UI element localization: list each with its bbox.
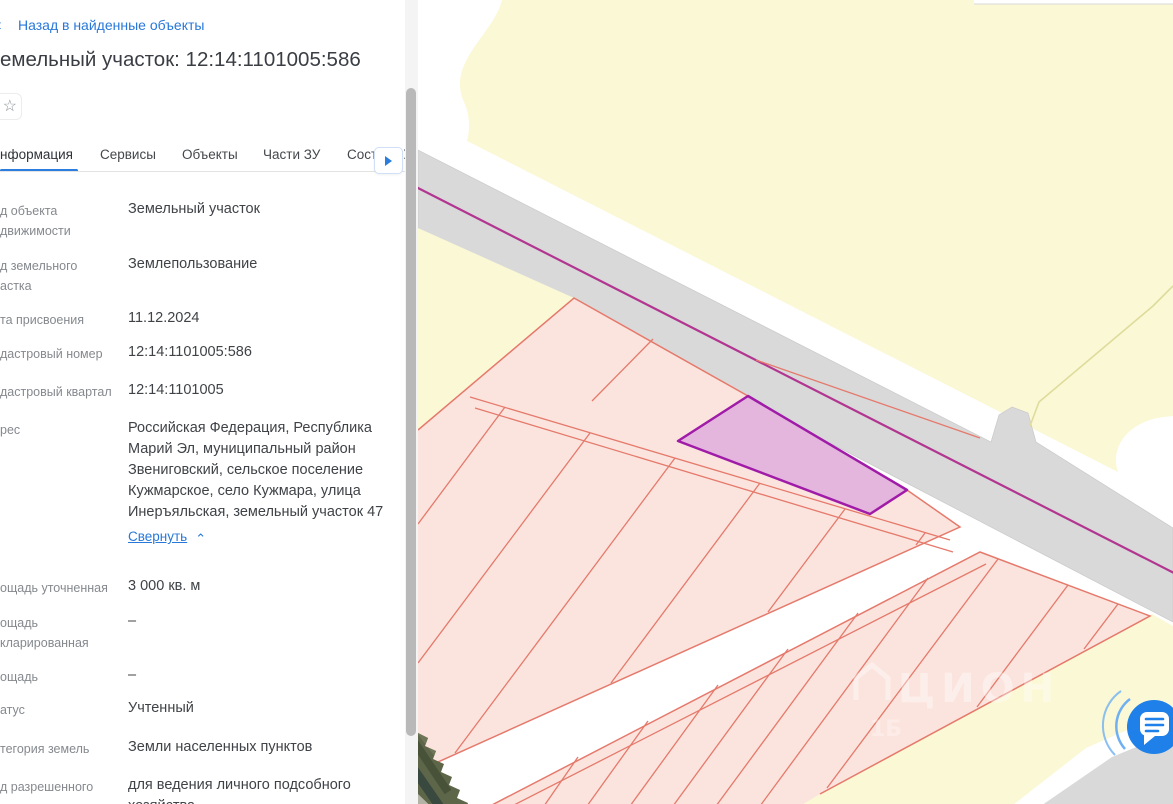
- watermark-text: ЦИОН: [898, 666, 1060, 712]
- field-value: Учтенный: [128, 700, 194, 716]
- field-label: дастровый номер: [0, 347, 103, 361]
- field-value: 3 000 кв. м: [128, 578, 201, 594]
- field-label: та присвоения: [0, 313, 85, 327]
- page-title: емельный участок: 12:14:1101005:586: [0, 48, 361, 71]
- panel-scrollbar-track[interactable]: [405, 0, 418, 804]
- chevron-up-icon: ⌃: [195, 531, 207, 546]
- tabs-divider: [0, 171, 405, 172]
- arrow-right-icon: [385, 155, 392, 166]
- map-top-strip: [974, 0, 1173, 4]
- panel-scrollbar-thumb[interactable]: [406, 88, 416, 736]
- collapse-link[interactable]: Свернуть: [128, 526, 187, 547]
- field-value: 12:14:1101005: [128, 382, 224, 398]
- field-label: д разрешенного: [0, 780, 94, 794]
- cadastral-map-app: ‹ Назад в найденные объекты емельный уча…: [0, 0, 1173, 804]
- tab-scroll-right-button[interactable]: [374, 147, 403, 174]
- back-to-results-link[interactable]: Назад в найденные объекты: [18, 17, 204, 33]
- tab-information[interactable]: нформация: [0, 147, 73, 162]
- field-value: Земельный участок: [128, 201, 260, 217]
- field-value: 11.12.2024: [128, 310, 200, 326]
- field-label: д земельного астка: [0, 259, 78, 293]
- tab-objects[interactable]: Объекты: [182, 147, 238, 162]
- back-chevron-icon: ‹: [0, 15, 2, 35]
- watermark-subtext: 1Б: [870, 717, 902, 742]
- tab-bar: нформация Сервисы Объекты Части ЗУ Соста…: [0, 144, 405, 172]
- field-label: дастровый квартал: [0, 385, 112, 399]
- map-canvas[interactable]: ЦИОН 1Б: [418, 0, 1173, 804]
- object-info-panel: ‹ Назад в найденные объекты емельный уча…: [0, 0, 406, 804]
- field-value: –: [128, 613, 137, 629]
- address-text: Российская Федерация, Республика Марий Э…: [128, 420, 384, 520]
- field-value: Земли населенных пунктов: [128, 739, 313, 755]
- field-label: атус: [0, 703, 25, 717]
- field-label: ощадь уточненная: [0, 581, 108, 595]
- field-value: Землепользование: [128, 256, 258, 272]
- field-label: рес: [0, 423, 21, 437]
- field-label: ощадь: [0, 670, 38, 684]
- field-value: для ведения личного подсобного хозяйства: [128, 777, 351, 804]
- field-label: д объекта движимости: [0, 204, 71, 238]
- field-value: 12:14:1101005:586: [128, 344, 252, 360]
- field-value: –: [128, 667, 137, 683]
- field-label: ощадь кларированная: [0, 616, 89, 650]
- field-value: Российская Федерация, Республика Марий Э…: [128, 418, 390, 548]
- tab-parts[interactable]: Части ЗУ: [263, 147, 320, 162]
- favorite-button[interactable]: ☆: [0, 93, 22, 120]
- tab-services[interactable]: Сервисы: [100, 147, 156, 162]
- star-icon: ☆: [2, 97, 17, 115]
- field-label: тегория земель: [0, 742, 90, 756]
